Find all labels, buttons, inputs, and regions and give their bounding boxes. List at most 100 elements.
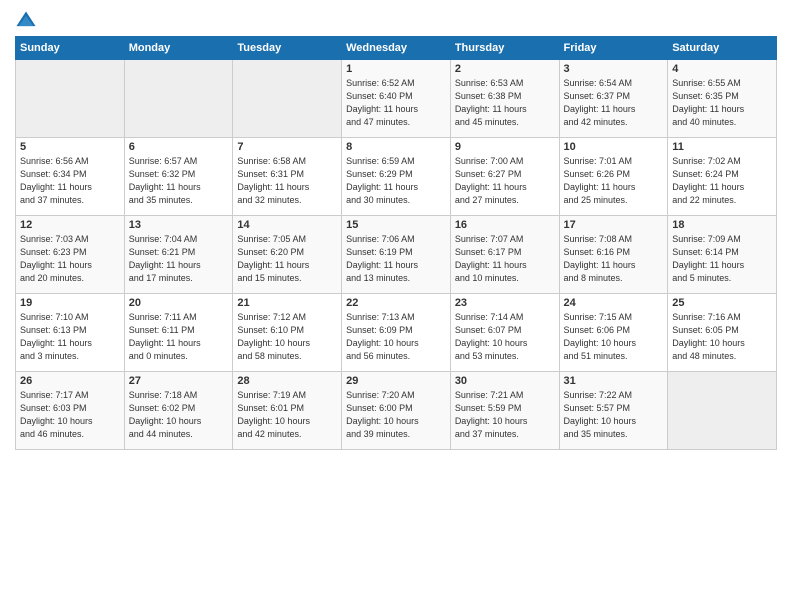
day-number: 13 xyxy=(129,219,229,231)
day-info: Sunrise: 7:22 AMSunset: 5:57 PMDaylight:… xyxy=(564,389,664,441)
day-info: Sunrise: 6:57 AMSunset: 6:32 PMDaylight:… xyxy=(129,155,229,207)
calendar-cell: 8 Sunrise: 6:59 AMSunset: 6:29 PMDaylight… xyxy=(342,138,451,216)
day-info: Sunrise: 7:02 AMSunset: 6:24 PMDaylight:… xyxy=(672,155,772,207)
calendar-cell: 28 Sunrise: 7:19 AMSunset: 6:01 PMDayligh… xyxy=(233,372,342,450)
day-info: Sunrise: 7:06 AMSunset: 6:19 PMDaylight:… xyxy=(346,233,446,285)
calendar-cell xyxy=(668,372,777,450)
calendar-cell: 14Sunrise: 7:05 AMSunset: 6:20 PMDayligh… xyxy=(233,216,342,294)
calendar-cell: 18 Sunrise: 7:09 AMSunset: 6:14 PMDayligh… xyxy=(668,216,777,294)
calendar-cell: 9 Sunrise: 7:00 AMSunset: 6:27 PMDaylight… xyxy=(450,138,559,216)
day-number: 28 xyxy=(237,375,337,387)
week-row-4: 19 Sunrise: 7:10 AMSunset: 6:13 PMDayligh… xyxy=(16,294,777,372)
week-row-2: 5 Sunrise: 6:56 AMSunset: 6:34 PMDaylight… xyxy=(16,138,777,216)
day-info: Sunrise: 7:03 AMSunset: 6:23 PMDaylight:… xyxy=(20,233,120,285)
day-number: 18 xyxy=(672,219,772,231)
day-info: Sunrise: 7:05 AMSunset: 6:20 PMDaylight:… xyxy=(237,233,337,285)
day-number: 27 xyxy=(129,375,229,387)
day-info: Sunrise: 7:12 AMSunset: 6:10 PMDaylight:… xyxy=(237,311,337,363)
week-row-5: 26 Sunrise: 7:17 AMSunset: 6:03 PMDayligh… xyxy=(16,372,777,450)
day-number: 31 xyxy=(564,375,664,387)
day-info: Sunrise: 7:07 AMSunset: 6:17 PMDaylight:… xyxy=(455,233,555,285)
day-info: Sunrise: 7:04 AMSunset: 6:21 PMDaylight:… xyxy=(129,233,229,285)
day-number: 2 xyxy=(455,63,555,75)
calendar-cell: 12 Sunrise: 7:03 AMSunset: 6:23 PMDayligh… xyxy=(16,216,125,294)
calendar-cell: 5 Sunrise: 6:56 AMSunset: 6:34 PMDaylight… xyxy=(16,138,125,216)
day-number: 30 xyxy=(455,375,555,387)
calendar-cell: 16Sunrise: 7:07 AMSunset: 6:17 PMDayligh… xyxy=(450,216,559,294)
day-number: 9 xyxy=(455,141,555,153)
day-number: 26 xyxy=(20,375,120,387)
calendar-cell: 2 Sunrise: 6:53 AMSunset: 6:38 PMDaylight… xyxy=(450,60,559,138)
day-number: 25 xyxy=(672,297,772,309)
calendar-cell: 19 Sunrise: 7:10 AMSunset: 6:13 PMDayligh… xyxy=(16,294,125,372)
day-info: Sunrise: 7:14 AMSunset: 6:07 PMDaylight:… xyxy=(455,311,555,363)
day-info: Sunrise: 6:54 AMSunset: 6:37 PMDaylight:… xyxy=(564,77,664,129)
calendar-cell: 20 Sunrise: 7:11 AMSunset: 6:11 PMDayligh… xyxy=(124,294,233,372)
day-info: Sunrise: 7:16 AMSunset: 6:05 PMDaylight:… xyxy=(672,311,772,363)
day-info: Sunrise: 6:53 AMSunset: 6:38 PMDaylight:… xyxy=(455,77,555,129)
day-number: 19 xyxy=(20,297,120,309)
calendar-cell xyxy=(124,60,233,138)
day-info: Sunrise: 6:59 AMSunset: 6:29 PMDaylight:… xyxy=(346,155,446,207)
day-number: 6 xyxy=(129,141,229,153)
day-info: Sunrise: 7:17 AMSunset: 6:03 PMDaylight:… xyxy=(20,389,120,441)
day-info: Sunrise: 6:56 AMSunset: 6:34 PMDaylight:… xyxy=(20,155,120,207)
day-info: Sunrise: 7:19 AMSunset: 6:01 PMDaylight:… xyxy=(237,389,337,441)
day-number: 8 xyxy=(346,141,446,153)
calendar-cell: 11 Sunrise: 7:02 AMSunset: 6:24 PMDayligh… xyxy=(668,138,777,216)
calendar-cell: 3 Sunrise: 6:54 AMSunset: 6:37 PMDaylight… xyxy=(559,60,668,138)
calendar-cell: 13 Sunrise: 7:04 AMSunset: 6:21 PMDayligh… xyxy=(124,216,233,294)
day-number: 12 xyxy=(20,219,120,231)
weekday-header-friday: Friday xyxy=(559,37,668,60)
day-number: 11 xyxy=(672,141,772,153)
day-number: 3 xyxy=(564,63,664,75)
day-number: 15 xyxy=(346,219,446,231)
calendar-page: SundayMondayTuesdayWednesdayThursdayFrid… xyxy=(0,0,792,612)
day-info: Sunrise: 7:08 AMSunset: 6:16 PMDaylight:… xyxy=(564,233,664,285)
calendar-cell: 31 Sunrise: 7:22 AMSunset: 5:57 PMDayligh… xyxy=(559,372,668,450)
day-number: 7 xyxy=(237,141,337,153)
day-number: 5 xyxy=(20,141,120,153)
day-number: 24 xyxy=(564,297,664,309)
calendar-cell: 10Sunrise: 7:01 AMSunset: 6:26 PMDayligh… xyxy=(559,138,668,216)
calendar-cell: 6 Sunrise: 6:57 AMSunset: 6:32 PMDaylight… xyxy=(124,138,233,216)
day-info: Sunrise: 7:21 AMSunset: 5:59 PMDaylight:… xyxy=(455,389,555,441)
day-number: 20 xyxy=(129,297,229,309)
day-number: 21 xyxy=(237,297,337,309)
calendar-cell: 30 Sunrise: 7:21 AMSunset: 5:59 PMDayligh… xyxy=(450,372,559,450)
weekday-header-saturday: Saturday xyxy=(668,37,777,60)
day-info: Sunrise: 7:00 AMSunset: 6:27 PMDaylight:… xyxy=(455,155,555,207)
day-info: Sunrise: 7:20 AMSunset: 6:00 PMDaylight:… xyxy=(346,389,446,441)
calendar-cell: 25 Sunrise: 7:16 AMSunset: 6:05 PMDayligh… xyxy=(668,294,777,372)
weekday-header-sunday: Sunday xyxy=(16,37,125,60)
weekday-header-thursday: Thursday xyxy=(450,37,559,60)
calendar-cell: 15 Sunrise: 7:06 AMSunset: 6:19 PMDayligh… xyxy=(342,216,451,294)
week-row-3: 12 Sunrise: 7:03 AMSunset: 6:23 PMDayligh… xyxy=(16,216,777,294)
calendar-cell: 22Sunrise: 7:13 AMSunset: 6:09 PMDayligh… xyxy=(342,294,451,372)
day-number: 23 xyxy=(455,297,555,309)
day-info: Sunrise: 6:52 AMSunset: 6:40 PMDaylight:… xyxy=(346,77,446,129)
week-row-1: 1 Sunrise: 6:52 AMSunset: 6:40 PMDaylight… xyxy=(16,60,777,138)
calendar-cell: 29 Sunrise: 7:20 AMSunset: 6:00 PMDayligh… xyxy=(342,372,451,450)
weekday-header-monday: Monday xyxy=(124,37,233,60)
calendar-cell: 24 Sunrise: 7:15 AMSunset: 6:06 PMDayligh… xyxy=(559,294,668,372)
calendar-cell: 23 Sunrise: 7:14 AMSunset: 6:07 PMDayligh… xyxy=(450,294,559,372)
day-number: 10 xyxy=(564,141,664,153)
calendar-cell: 7 Sunrise: 6:58 AMSunset: 6:31 PMDaylight… xyxy=(233,138,342,216)
day-info: Sunrise: 7:11 AMSunset: 6:11 PMDaylight:… xyxy=(129,311,229,363)
weekday-header-wednesday: Wednesday xyxy=(342,37,451,60)
day-number: 1 xyxy=(346,63,446,75)
day-info: Sunrise: 7:13 AMSunset: 6:09 PMDaylight:… xyxy=(346,311,446,363)
calendar-cell: 26 Sunrise: 7:17 AMSunset: 6:03 PMDayligh… xyxy=(16,372,125,450)
day-info: Sunrise: 7:15 AMSunset: 6:06 PMDaylight:… xyxy=(564,311,664,363)
day-number: 17 xyxy=(564,219,664,231)
calendar-cell: 27Sunrise: 7:18 AMSunset: 6:02 PMDayligh… xyxy=(124,372,233,450)
day-info: Sunrise: 7:10 AMSunset: 6:13 PMDaylight:… xyxy=(20,311,120,363)
day-info: Sunrise: 7:09 AMSunset: 6:14 PMDaylight:… xyxy=(672,233,772,285)
calendar-cell: 4Sunrise: 6:55 AMSunset: 6:35 PMDaylight… xyxy=(668,60,777,138)
logo xyxy=(15,10,39,32)
day-info: Sunrise: 6:58 AMSunset: 6:31 PMDaylight:… xyxy=(237,155,337,207)
day-number: 29 xyxy=(346,375,446,387)
calendar-cell: 21 Sunrise: 7:12 AMSunset: 6:10 PMDayligh… xyxy=(233,294,342,372)
calendar-cell: 17 Sunrise: 7:08 AMSunset: 6:16 PMDayligh… xyxy=(559,216,668,294)
